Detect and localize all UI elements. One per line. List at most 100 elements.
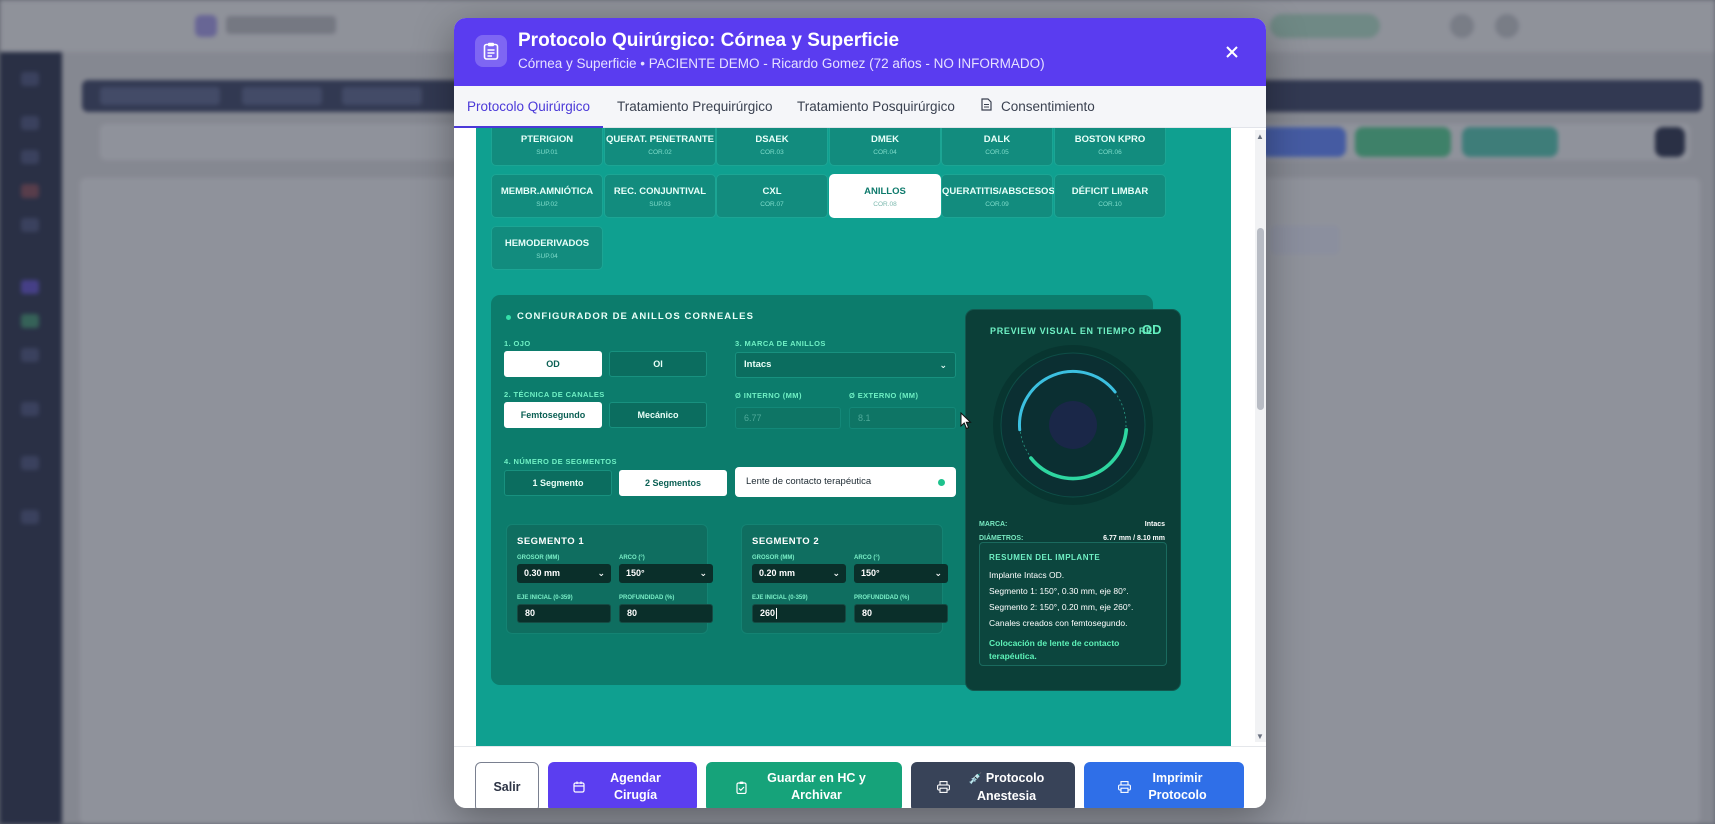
- close-icon[interactable]: [1220, 40, 1244, 64]
- save-and-archive-button[interactable]: Guardar en HC y Archivar: [706, 762, 902, 808]
- procedure-hemoderivados[interactable]: HEMODERIVADOS SUP.04: [491, 226, 603, 270]
- procedure-code: SUP.01: [536, 149, 558, 156]
- segment-2-arc-select[interactable]: 150° ⌄: [854, 564, 948, 583]
- tab-tratamiento-posquirurgico[interactable]: Tratamiento Posquirúrgico: [784, 86, 968, 128]
- preview-title: PREVIEW VISUAL EN TIEMPO RE: [990, 326, 1153, 336]
- configurator-title: CONFIGURADOR DE ANILLOS CORNEALES: [517, 311, 755, 322]
- anesthesia-label-wrap: 💉 Protocolo Anestesia: [964, 770, 1050, 805]
- thickness-value: 0.30 mm: [524, 568, 561, 578]
- exit-button[interactable]: Salir: [475, 762, 539, 808]
- eye-oi-button[interactable]: OI: [609, 351, 707, 377]
- therapeutic-contact-lens-toggle[interactable]: Lente de contacto terapéutica: [735, 467, 956, 497]
- ring-configurator: CONFIGURADOR DE ANILLOS CORNEALES 1. OJO…: [491, 295, 1181, 691]
- modal-header: Protocolo Quirúrgico: Córnea y Superfici…: [454, 18, 1266, 86]
- procedure-name: CXL: [762, 186, 782, 197]
- procedure-dsaek[interactable]: DSAEK COR.03: [716, 128, 828, 166]
- procedure-name: DÉFICIT LIMBAR: [1071, 186, 1149, 197]
- segment-1-arc-select[interactable]: 150° ⌄: [619, 564, 713, 583]
- cornea-ring-diagram: [993, 345, 1153, 505]
- modal-footer: Salir Agendar Cirugía Guardar en HC y Ar…: [454, 746, 1266, 808]
- scrollbar-thumb[interactable]: [1257, 228, 1264, 410]
- segment-1-axis-input[interactable]: 80: [517, 604, 611, 623]
- procedure-anillos[interactable]: ANILLOS COR.08: [829, 174, 941, 218]
- document-icon: [981, 86, 992, 128]
- schedule-label: Agendar Cirugía: [610, 771, 661, 802]
- brand-label: 3. MARCA DE ANILLOS: [735, 339, 826, 348]
- summary-line: Implante Intacs OD.: [989, 570, 1065, 580]
- procedure-membr-amniotica[interactable]: MEMBR.AMNIÓTICA SUP.02: [491, 174, 603, 218]
- eye-od-button[interactable]: OD: [504, 351, 602, 377]
- segment-1-depth-input[interactable]: 80: [619, 604, 713, 623]
- procedure-name: REC. CONJUNTIVAL: [613, 186, 707, 197]
- procedure-name: DSAEK: [755, 134, 789, 145]
- outer-diameter-input: 8.1: [849, 407, 956, 429]
- summary-title: RESUMEN DEL IMPLANTE: [989, 553, 1101, 562]
- scroll-up-icon[interactable]: ▲: [1256, 132, 1264, 141]
- segments-label: 4. NÚMERO DE SEGMENTOS: [504, 457, 617, 466]
- clipboard-icon: [475, 35, 507, 67]
- segment-2-axis-input[interactable]: 260: [752, 604, 846, 623]
- arc-value: 150°: [626, 568, 645, 578]
- depth-label: PROFUNDIDAD (%): [854, 595, 910, 601]
- lens-toggle-indicator: [938, 479, 945, 486]
- procedure-pterigion[interactable]: PTERIGION SUP.01: [491, 128, 603, 166]
- protocol-content: PTERIGION SUP.01 QUERAT. PENETRANTE COR.02…: [476, 128, 1231, 746]
- text-caret: [776, 608, 778, 620]
- summary-lens-note: Colocación de lente de contacto terapéut…: [989, 638, 1120, 661]
- inner-diameter-input: 6.77: [735, 407, 841, 429]
- procedure-name: PTERIGION: [520, 134, 574, 145]
- modal-subtitle: Córnea y Superficie • PACIENTE DEMO - Ri…: [518, 56, 1045, 71]
- procedure-name: ANILLOS: [864, 186, 906, 197]
- procedure-querat-penetrante[interactable]: QUERAT. PENETRANTE COR.02: [604, 128, 716, 166]
- scroll-down-icon[interactable]: ▼: [1256, 732, 1264, 741]
- tab-label: Tratamiento Posquirúrgico: [797, 99, 955, 114]
- outer-diameter-label: Ø EXTERNO (MM): [849, 391, 919, 400]
- preview-diameters-value: 6.77 mm / 8.10 mm: [1103, 535, 1165, 542]
- print-protocol-button[interactable]: Imprimir Protocolo: [1084, 762, 1244, 808]
- modal-tabs: Protocolo Quirúrgico Tratamiento Prequir…: [454, 86, 1266, 128]
- chevron-down-icon: ⌄: [597, 568, 605, 578]
- save-label: Guardar en HC y Archivar: [767, 771, 866, 802]
- tab-protocolo-quirurgico[interactable]: Protocolo Quirúrgico: [454, 86, 604, 128]
- chevron-down-icon: ⌄: [699, 568, 707, 578]
- tab-consentimiento[interactable]: Consentimiento: [968, 86, 1108, 128]
- summary-line: Segmento 1: 150°, 0.30 mm, eje 80°.: [989, 586, 1129, 596]
- schedule-surgery-button[interactable]: Agendar Cirugía: [548, 762, 697, 808]
- summary-line: Canales creados con femtosegundo.: [989, 618, 1128, 628]
- exit-label: Salir: [493, 779, 521, 794]
- axis-value: 260: [760, 608, 776, 618]
- procedure-queratitis-abscesos[interactable]: QUERATITIS/ABSCESOS COR.09: [941, 174, 1055, 218]
- segment-title: SEGMENTO 2: [752, 536, 820, 547]
- chevron-down-icon: ⌄: [832, 568, 840, 578]
- lens-label: Lente de contacto terapéutica: [746, 476, 872, 487]
- procedure-dmek[interactable]: DMEK COR.04: [829, 128, 941, 166]
- two-segments-button[interactable]: 2 Segmentos: [619, 470, 727, 496]
- procedure-rec-conjuntival[interactable]: REC. CONJUNTIVAL SUP.03: [604, 174, 716, 218]
- procedure-name: BOSTON KPRO: [1074, 134, 1146, 145]
- segment-2-card: SEGMENTO 2 GROSOR (MM) 0.20 mm ⌄ ARCO (°)…: [741, 524, 948, 634]
- technique-femtosegundo-button[interactable]: Femtosegundo: [504, 402, 602, 428]
- one-segment-button[interactable]: 1 Segmento: [504, 470, 612, 496]
- technique-mecanico-button[interactable]: Mecánico: [609, 402, 707, 428]
- content-scrollbar[interactable]: ▲ ▼: [1255, 130, 1266, 742]
- procedure-name: QUERATITIS/ABSCESOS: [942, 186, 1055, 197]
- anesthesia-protocol-button[interactable]: 💉 Protocolo Anestesia: [911, 762, 1075, 808]
- section-bullet: [506, 315, 511, 320]
- procedure-dalk[interactable]: DALK COR.05: [941, 128, 1053, 166]
- procedure-code: COR.09: [985, 201, 1009, 208]
- procedure-cxl[interactable]: CXL COR.07: [716, 174, 828, 218]
- pupil: [1049, 401, 1097, 449]
- tab-label: Consentimiento: [1001, 99, 1095, 114]
- inner-diameter-label: Ø INTERNO (MM): [735, 391, 802, 400]
- procedure-deficit-limbar[interactable]: DÉFICIT LIMBAR COR.10: [1054, 174, 1166, 218]
- ring-brand-select[interactable]: Intacs ⌄: [735, 352, 956, 378]
- procedure-code: COR.07: [760, 201, 784, 208]
- tab-tratamiento-prequirurgico[interactable]: Tratamiento Prequirúrgico: [604, 86, 786, 128]
- segment-2-thickness-select[interactable]: 0.20 mm ⌄: [752, 564, 846, 583]
- print-label: Imprimir Protocolo: [1148, 771, 1207, 802]
- procedure-code: COR.04: [873, 149, 897, 156]
- thickness-label: GROSOR (MM): [752, 555, 795, 561]
- procedure-boston-kpro[interactable]: BOSTON KPRO COR.06: [1054, 128, 1166, 166]
- segment-1-thickness-select[interactable]: 0.30 mm ⌄: [517, 564, 611, 583]
- segment-2-depth-input[interactable]: 80: [854, 604, 948, 623]
